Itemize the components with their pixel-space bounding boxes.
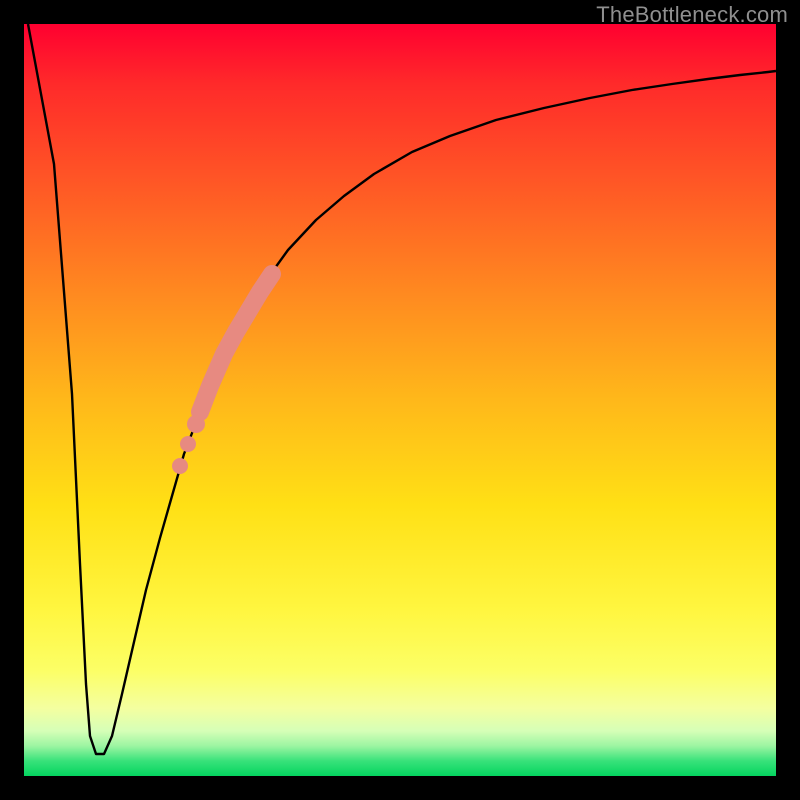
- curve-layer: [24, 24, 776, 776]
- chart-frame: TheBottleneck.com: [0, 0, 800, 800]
- plot-area: [24, 24, 776, 776]
- highlight-dot: [187, 415, 205, 433]
- highlight-dot: [172, 458, 188, 474]
- highlight-dot: [180, 436, 196, 452]
- bottleneck-curve: [28, 24, 776, 754]
- watermark-text: TheBottleneck.com: [596, 2, 788, 28]
- highlight-segment: [200, 274, 272, 412]
